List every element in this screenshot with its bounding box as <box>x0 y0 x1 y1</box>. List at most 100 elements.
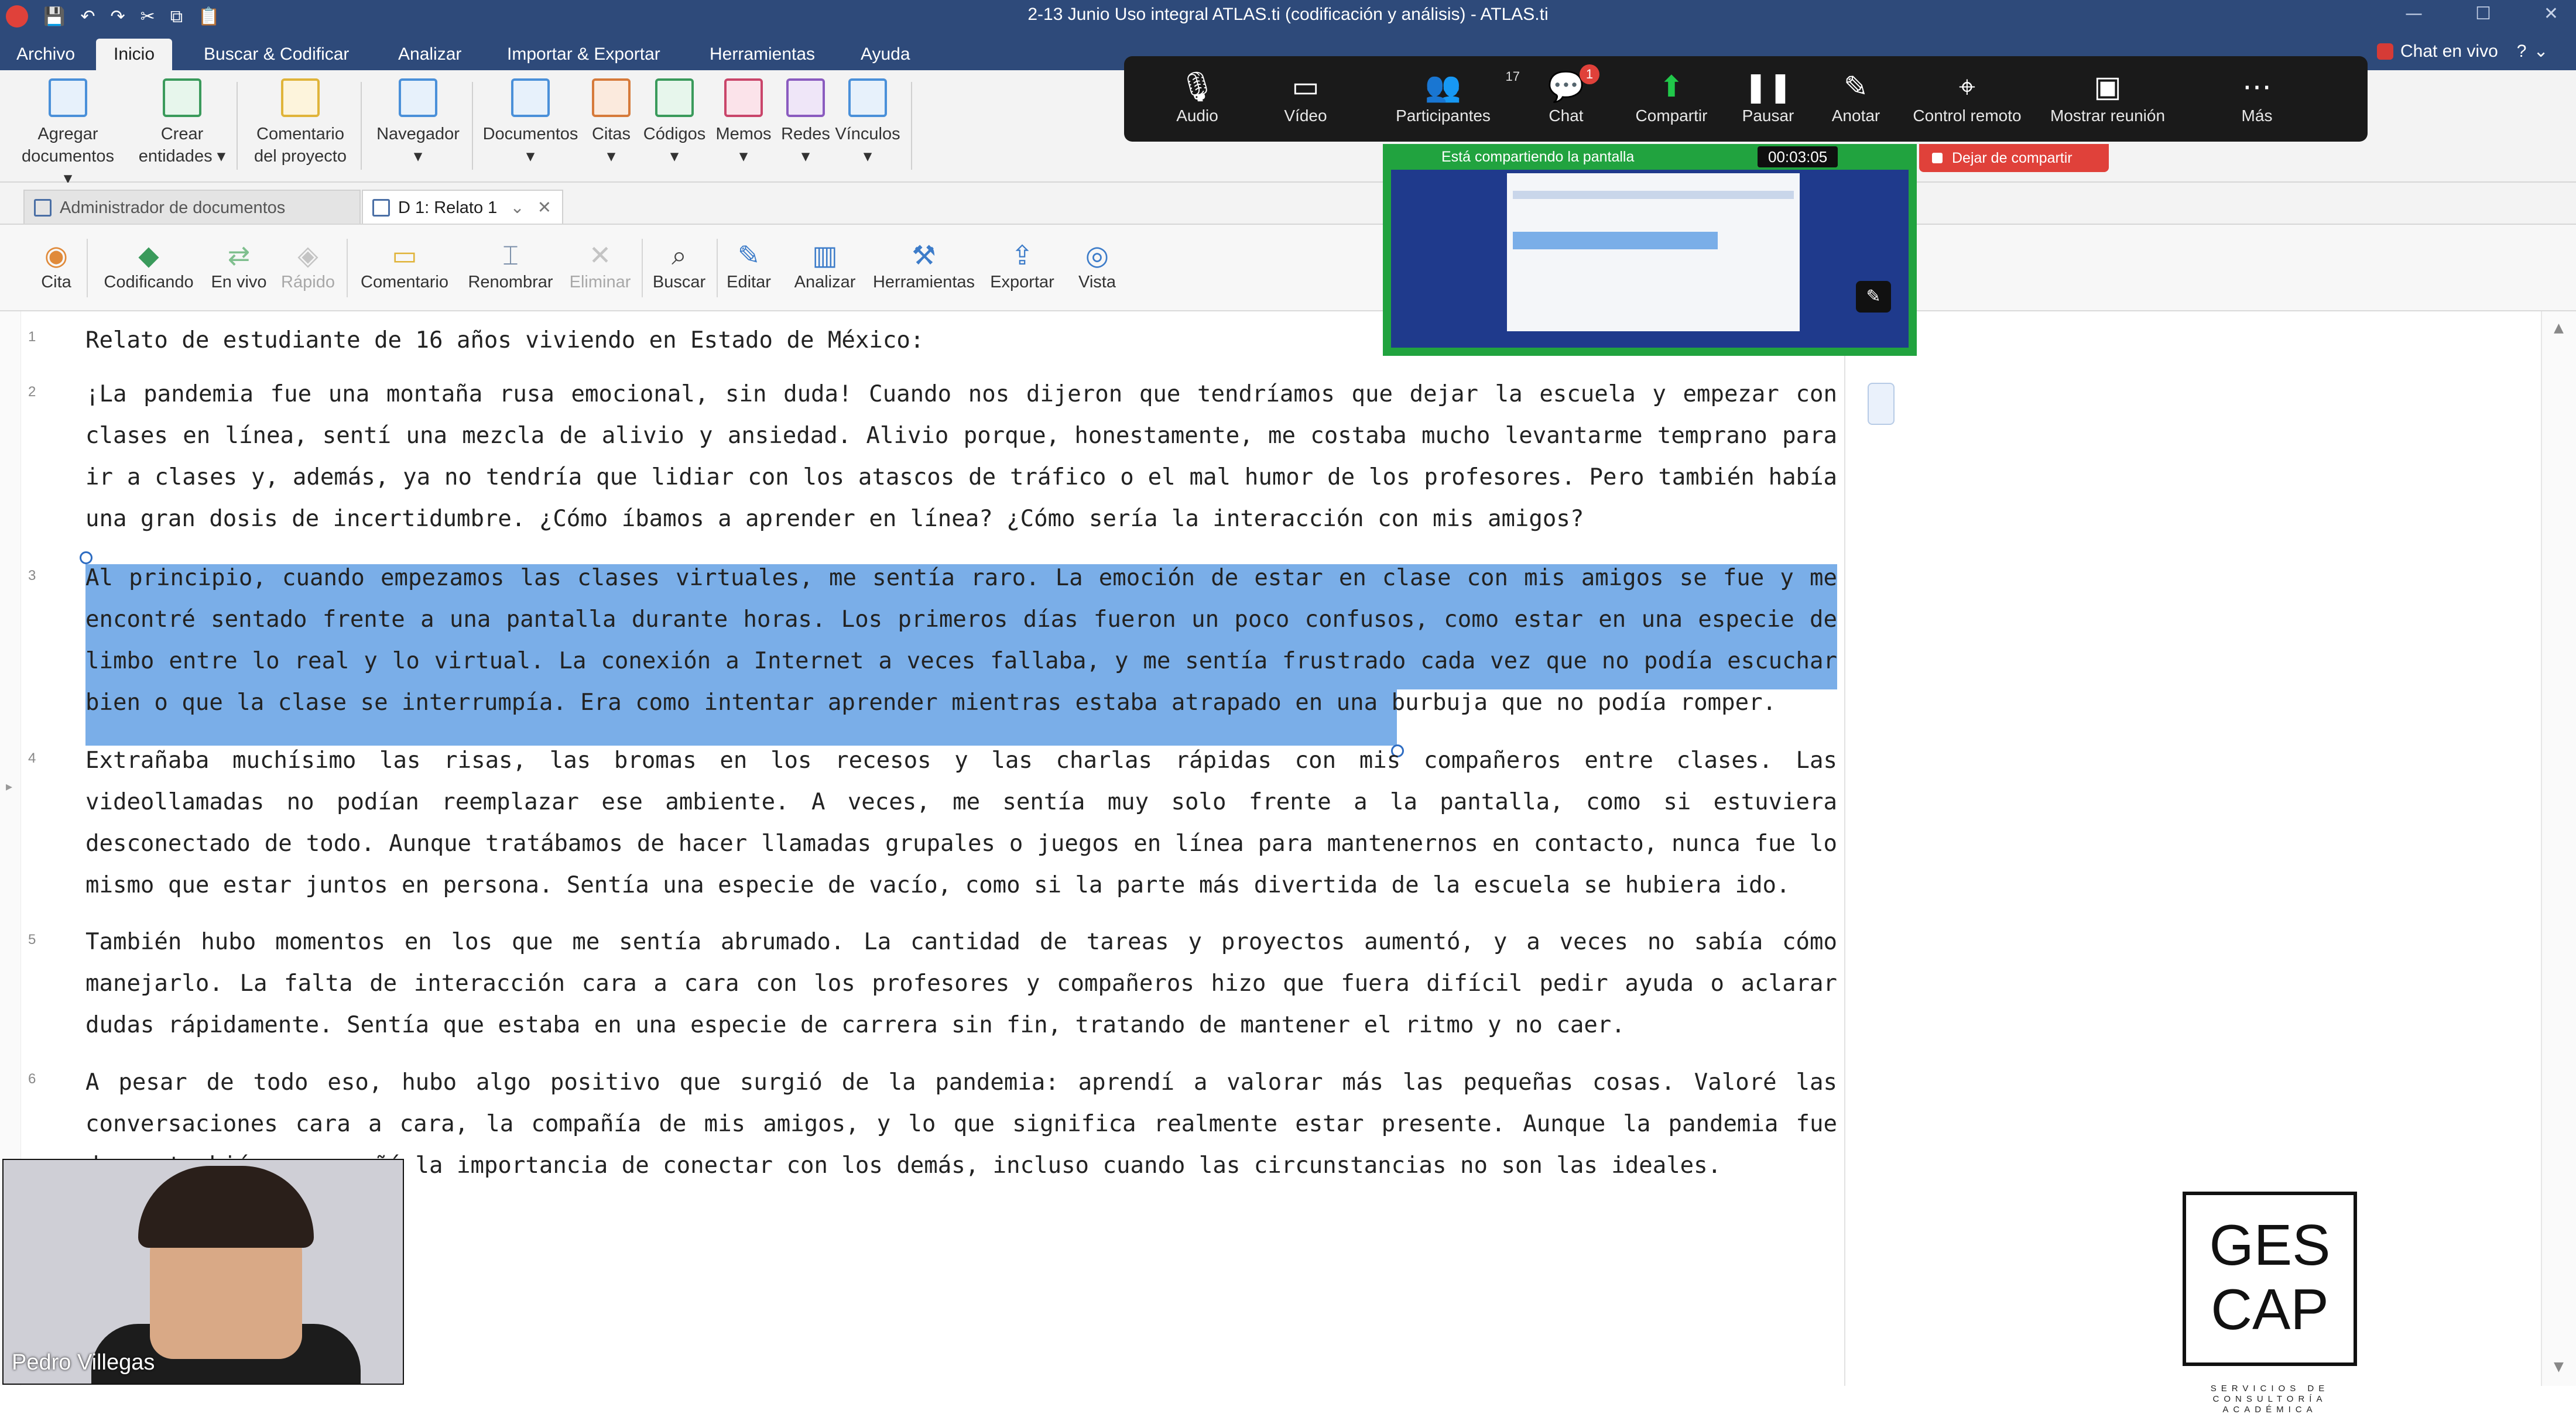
cut-icon[interactable]: ✂ <box>141 6 155 27</box>
more-icon: ⋯ <box>2242 70 2272 103</box>
show-meeting-button[interactable]: ▣ Mostrar reunión <box>2032 67 2184 125</box>
paragraph-5[interactable]: También hubo momentos en los que me sent… <box>85 921 1837 1046</box>
tools-button[interactable]: ⚒ Herramientas <box>866 238 981 292</box>
rename-button[interactable]: ⌶ Renombrar <box>463 238 559 292</box>
paste-icon[interactable]: 📋 <box>198 6 220 27</box>
remote-control-button[interactable]: ⌖ Control remoto <box>1909 67 2026 125</box>
paragraph-number: 4 <box>28 750 36 766</box>
tab-document-manager[interactable]: Administrador de documentos <box>23 190 361 224</box>
margin-filter-icon[interactable] <box>1868 383 1895 425</box>
paragraph-number: 6 <box>28 1071 36 1087</box>
tab-relato-1[interactable]: D 1: Relato 1 ⌄ ✕ <box>362 190 563 224</box>
chat-button[interactable]: 💬 1 Chat <box>1528 64 1604 125</box>
analyze-button[interactable]: ▥ Analizar <box>787 238 863 292</box>
copy-icon[interactable]: ⧉ <box>170 6 183 27</box>
audio-button[interactable]: 🎙 Audio <box>1153 67 1241 125</box>
memos-button[interactable]: Memos ▾ <box>711 78 776 167</box>
export-button[interactable]: ⇪ Exportar <box>987 238 1057 292</box>
camera-icon: ▭ <box>1292 70 1320 103</box>
tab-herramientas[interactable]: Herramientas <box>710 39 815 70</box>
edit-button[interactable]: ✎ Editar <box>721 238 776 292</box>
view-button[interactable]: ◎ Vista <box>1067 238 1128 292</box>
documents-icon <box>511 78 550 117</box>
paragraph-number: 2 <box>28 384 36 400</box>
paragraph-2[interactable]: ¡La pandemia fue una montaña rusa emocio… <box>85 373 1837 540</box>
edit-icon: ✎ <box>737 240 761 270</box>
networks-icon <box>786 78 825 117</box>
tab-analizar[interactable]: Analizar <box>398 39 461 70</box>
stop-sharing-button[interactable]: Dejar de compartir <box>1919 144 2109 172</box>
create-entities-icon <box>163 78 201 117</box>
create-entities-button[interactable]: Crear entidades ▾ <box>132 78 232 167</box>
help-icon[interactable]: ? <box>2517 42 2527 61</box>
chevron-down-icon[interactable]: ⌄ <box>510 198 524 217</box>
vertical-scrollbar[interactable]: ▲ ▼ <box>2541 311 2576 1386</box>
add-documents-button[interactable]: Agregar documentos ▾ <box>15 78 121 190</box>
edit-pencil-icon[interactable]: ✎ <box>1856 281 1891 313</box>
tab-importar-exportar[interactable]: Importar & Exportar <box>507 39 660 70</box>
quote-button[interactable]: ◉ Cita <box>35 238 77 292</box>
stop-icon <box>1932 153 1943 163</box>
participants-count: 17 <box>1505 69 1520 84</box>
gescap-logo-subtitle: SERVICIOS DE CONSULTORÍA ACADÉMICA <box>2210 1384 2330 1414</box>
navigator-button[interactable]: Navegador ▾ <box>369 78 467 167</box>
live-coding-button[interactable]: ⇄ En vivo <box>207 238 270 292</box>
export-icon: ⇪ <box>1010 240 1034 270</box>
pencil-icon: ✎ <box>1844 70 1868 103</box>
tab-inicio[interactable]: Inicio <box>96 39 173 70</box>
ribbon-divider <box>361 82 362 170</box>
chevron-down-icon[interactable]: ⌄ <box>2533 41 2548 61</box>
pause-icon: ❚❚ <box>1743 70 1793 103</box>
participants-button[interactable]: 👥 17 Participantes <box>1370 67 1520 125</box>
scroll-up-icon[interactable]: ▲ <box>2554 321 2564 335</box>
documents-button[interactable]: Documentos ▾ <box>478 78 583 167</box>
tab-ayuda[interactable]: Ayuda <box>861 39 910 70</box>
share-preview-thumbnail <box>1507 173 1800 331</box>
maximize-icon[interactable]: ☐ <box>2475 4 2491 24</box>
paragraph-3[interactable]: Al principio, cuando empezamos las clase… <box>85 557 1837 723</box>
project-comment-button[interactable]: Comentario del proyecto <box>246 78 355 167</box>
share-button[interactable]: ⬆ Compartir <box>1622 67 1721 125</box>
expand-arrow-icon[interactable]: ▸ <box>6 780 12 794</box>
pause-button[interactable]: ❚❚ Pausar <box>1733 67 1803 125</box>
video-button[interactable]: ▭ Vídeo <box>1259 67 1352 125</box>
comment-icon: ▭ <box>392 240 417 270</box>
coding-button[interactable]: ◆ Codificando <box>97 238 200 292</box>
save-icon[interactable]: 💾 <box>43 6 65 27</box>
coding-icon: ◆ <box>138 240 159 270</box>
tab-archivo[interactable]: Archivo <box>16 39 75 70</box>
atlas-logo-icon <box>6 5 28 28</box>
close-tab-icon[interactable]: ✕ <box>537 198 551 217</box>
close-icon[interactable]: ✕ <box>2544 4 2558 24</box>
codes-button[interactable]: Códigos ▾ <box>639 78 710 167</box>
title-bar: 💾 ↶ ↷ ✂ ⧉ 📋 2-13 Junio Uso integral ATLA… <box>0 0 2576 33</box>
eye-icon: ◎ <box>1085 240 1109 270</box>
undo-icon[interactable]: ↶ <box>80 6 95 27</box>
toolbar-divider <box>347 239 348 297</box>
chat-live-label: Chat en vivo <box>2400 41 2498 61</box>
window-controls: — ☐ ✕ <box>2405 4 2558 24</box>
quick-coding-button[interactable]: ◈ Rápido <box>278 238 338 292</box>
search-button[interactable]: ⌕ Buscar <box>648 238 711 292</box>
minimize-icon[interactable]: — <box>2405 4 2423 24</box>
microphone-icon: 🎙 <box>1179 70 1216 103</box>
comment-button[interactable]: ▭ Comentario <box>354 238 455 292</box>
zoom-meeting-controls: 🎙 Audio ▭ Vídeo 👥 17 Participantes 💬 1 C… <box>1124 56 2368 142</box>
toolbar-divider <box>87 239 88 297</box>
links-button[interactable]: Vínculos ▾ <box>835 78 900 167</box>
quotations-button[interactable]: Citas ▾ <box>583 78 639 167</box>
codes-icon <box>655 78 694 117</box>
meeting-window-icon: ▣ <box>2094 70 2122 103</box>
share-timer[interactable]: 00:03:05 <box>1758 146 1838 167</box>
delete-button[interactable]: ✕ Eliminar <box>564 238 636 292</box>
networks-button[interactable]: Redes ▾ <box>776 78 835 167</box>
paragraph-4[interactable]: Extrañaba muchísimo las risas, las broma… <box>85 740 1837 906</box>
rename-icon: ⌶ <box>502 240 519 270</box>
more-button[interactable]: ⋯ Más <box>2213 67 2301 125</box>
ribbon-divider <box>472 82 473 170</box>
redo-icon[interactable]: ↷ <box>111 6 125 27</box>
tab-buscar-codificar[interactable]: Buscar & Codificar <box>204 39 349 70</box>
scroll-down-icon[interactable]: ▼ <box>2554 1360 2564 1374</box>
annotate-button[interactable]: ✎ Anotar <box>1815 67 1897 125</box>
chat-live-button[interactable]: Chat en vivo ? ⌄ <box>2377 41 2548 61</box>
